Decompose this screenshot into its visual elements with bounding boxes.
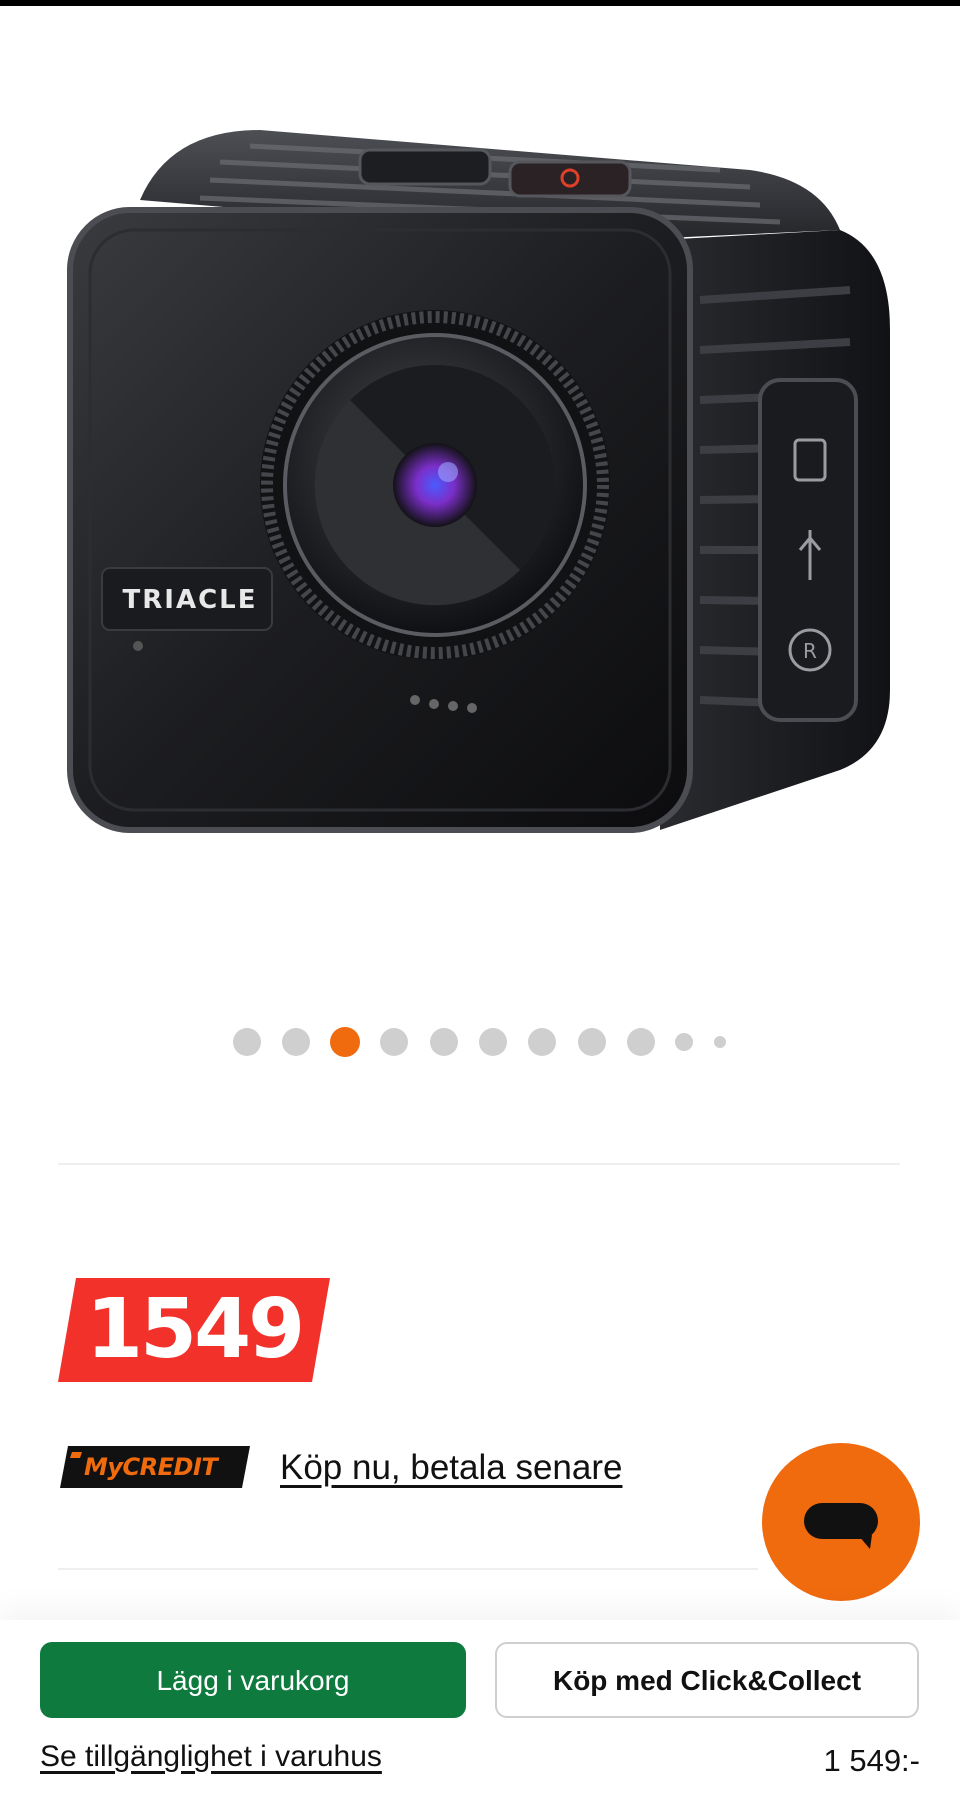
mycredit-logo: MyCREDIT [60,1446,250,1488]
status-bar-edge [0,0,960,6]
gallery-dot[interactable] [528,1028,556,1056]
click-and-collect-button[interactable]: Köp med Click&Collect [495,1642,919,1718]
bottom-action-bar: Lägg i varukorg Köp med Click&Collect Se… [0,1620,960,1810]
bottom-price: 1 549:- [823,1743,920,1778]
price-badge: 1549 [58,1278,330,1382]
gallery-pagination [0,1022,960,1062]
gallery-dot[interactable] [627,1028,655,1056]
gallery-dot[interactable] [675,1033,693,1051]
add-to-cart-button[interactable]: Lägg i varukorg [40,1642,466,1718]
gallery-dot[interactable] [282,1028,310,1056]
buy-now-pay-later-link[interactable]: Köp nu, betala senare [280,1444,622,1492]
gallery-dot-active[interactable] [330,1027,360,1057]
gallery-dot[interactable] [578,1028,606,1056]
gallery-dot[interactable] [430,1028,458,1056]
product-image[interactable]: R TRIACLE [60,110,900,890]
price-value: 1549 [86,1282,305,1377]
gallery-dot[interactable] [714,1036,726,1048]
gallery-dot[interactable] [233,1028,261,1056]
divider-bottom [58,1568,758,1570]
gallery-dot[interactable] [479,1028,507,1056]
divider-top [58,1163,900,1165]
chat-bubble-icon [804,1503,878,1549]
brand-logo: TRIACLE [122,585,258,615]
svg-text:R: R [803,639,817,663]
store-availability-link[interactable]: Se tillgänglighet i varuhus [40,1732,382,1782]
chat-button[interactable] [762,1443,920,1601]
gallery-dot[interactable] [380,1028,408,1056]
